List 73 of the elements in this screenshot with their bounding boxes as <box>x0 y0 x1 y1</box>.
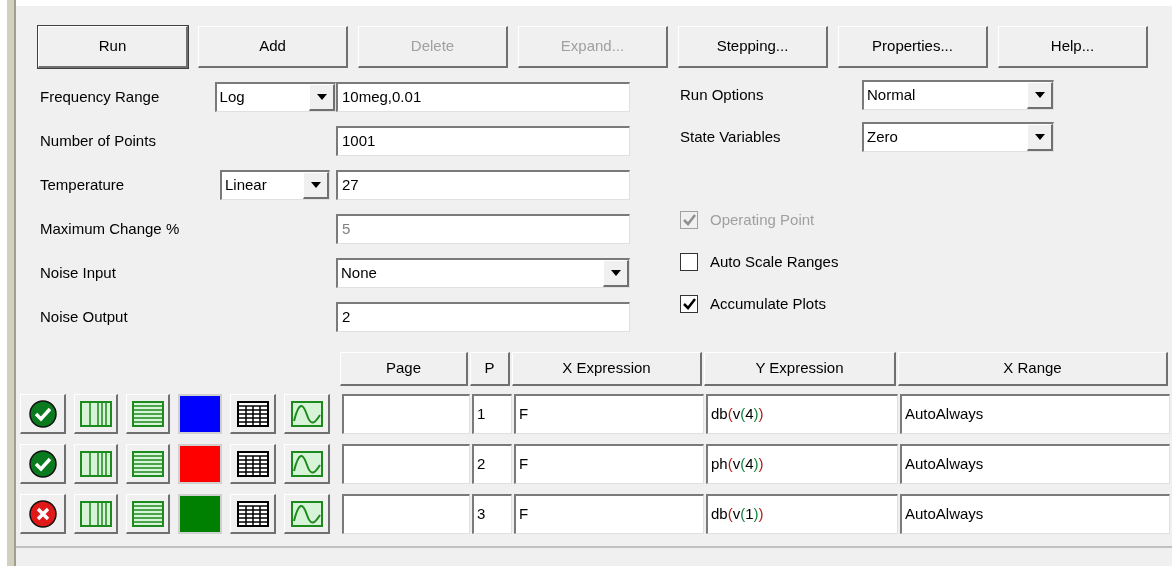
field-label: Maximum Change % <box>40 218 181 239</box>
dropdown-arrow-button[interactable] <box>603 260 629 287</box>
color-swatch[interactable] <box>178 444 222 484</box>
toolbar-button[interactable]: Properties... <box>838 26 988 68</box>
text-field[interactable]: 10meg,0.01 <box>336 82 630 112</box>
text-field[interactable]: 1001 <box>336 126 630 156</box>
enabled-check-icon[interactable] <box>20 394 66 434</box>
dropdown-arrow-button[interactable] <box>1027 124 1053 151</box>
field-label: Noise Input <box>40 262 117 283</box>
table-icon[interactable] <box>230 444 276 484</box>
columns-icon[interactable] <box>74 394 118 434</box>
toolbar-button[interactable]: Stepping... <box>678 26 828 68</box>
table-cell[interactable]: F <box>514 394 704 434</box>
text-field[interactable]: 2 <box>336 302 630 332</box>
check-icon <box>682 214 696 226</box>
field-label: Number of Points <box>40 130 157 151</box>
dropdown[interactable]: Normal <box>862 80 1054 110</box>
curve-icon[interactable] <box>284 494 330 534</box>
columns-icon[interactable] <box>74 444 118 484</box>
column-header[interactable]: X Expression <box>512 352 702 386</box>
dropdown-arrow-button[interactable] <box>1027 82 1053 109</box>
option-label: State Variables <box>680 126 782 147</box>
table-cell[interactable]: AutoAlways <box>900 444 1170 484</box>
table-cell[interactable]: AutoAlways <box>900 394 1170 434</box>
dropdown[interactable]: Zero <box>862 122 1054 152</box>
table-cell[interactable] <box>342 444 470 484</box>
caret-icon <box>1034 92 1045 98</box>
curve-icon[interactable] <box>284 444 330 484</box>
option-label: Run Options <box>680 84 765 105</box>
dropdown-arrow-button[interactable] <box>303 172 329 199</box>
columns-icon[interactable] <box>74 494 118 534</box>
dropdown[interactable]: Log <box>214 82 336 112</box>
table-cell[interactable]: 3 <box>472 494 512 534</box>
dropdown[interactable]: None <box>336 258 630 288</box>
column-header[interactable]: Y Expression <box>704 352 896 386</box>
checkbox[interactable]: Accumulate Plots <box>680 292 1054 316</box>
column-header[interactable]: Page <box>340 352 468 386</box>
field-label: Frequency Range <box>40 86 161 107</box>
rows-icon[interactable] <box>126 494 170 534</box>
curve-icon[interactable] <box>284 394 330 434</box>
caret-icon <box>1034 134 1045 140</box>
table-cell[interactable]: ph(v(4)) <box>706 444 898 484</box>
dropdown-arrow-button[interactable] <box>309 84 335 111</box>
toolbar-button[interactable]: Run <box>38 26 188 68</box>
table-cell[interactable]: 2 <box>472 444 512 484</box>
column-header[interactable]: X Range <box>898 352 1168 386</box>
column-header[interactable]: P <box>470 352 510 386</box>
toolbar-button[interactable]: Add <box>198 26 348 68</box>
check-icon <box>682 298 696 310</box>
color-swatch[interactable] <box>178 394 222 434</box>
caret-icon <box>610 270 621 276</box>
checkbox[interactable]: Auto Scale Ranges <box>680 250 1054 274</box>
rows-icon[interactable] <box>126 444 170 484</box>
rows-icon[interactable] <box>126 394 170 434</box>
table-cell[interactable]: db(v(1)) <box>706 494 898 534</box>
table-cell[interactable]: F <box>514 494 704 534</box>
field-label: Temperature <box>40 174 126 195</box>
caret-icon <box>310 182 321 188</box>
table-cell[interactable] <box>342 394 470 434</box>
caret-icon <box>316 94 327 100</box>
field-label: Noise Output <box>40 306 129 327</box>
toolbar-button[interactable]: Help... <box>998 26 1148 68</box>
table-icon[interactable] <box>230 394 276 434</box>
color-swatch[interactable] <box>178 494 222 534</box>
table-icon[interactable] <box>230 494 276 534</box>
table-cell[interactable]: F <box>514 444 704 484</box>
table-cell[interactable]: 1 <box>472 394 512 434</box>
table-cell[interactable]: db(v(4)) <box>706 394 898 434</box>
table-cell[interactable]: AutoAlways <box>900 494 1170 534</box>
table-cell[interactable] <box>342 494 470 534</box>
dropdown[interactable]: Linear <box>220 170 330 200</box>
enabled-check-icon[interactable] <box>20 444 66 484</box>
text-field[interactable]: 27 <box>336 170 630 200</box>
